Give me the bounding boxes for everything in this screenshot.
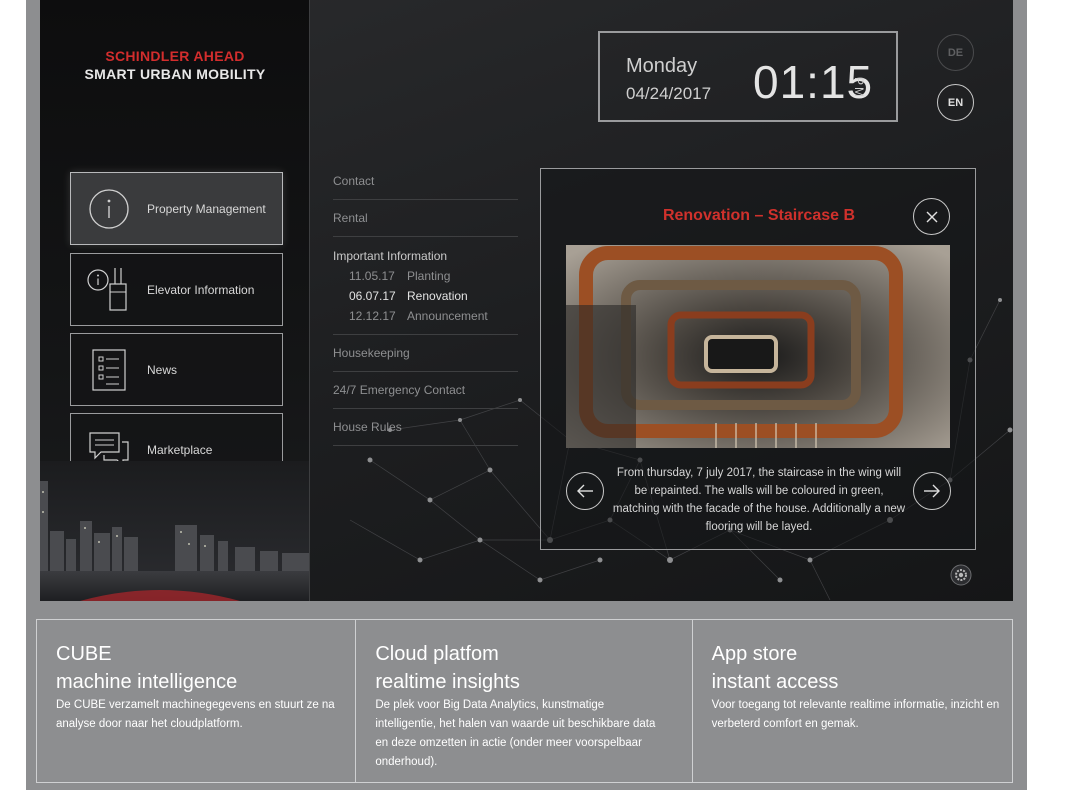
detail-title: Renovation – Staircase B [662, 207, 856, 224]
sidebar: SCHINDLER AHEAD SMART URBAN MOBILITY Pro… [40, 0, 310, 601]
clock-day: Monday [626, 55, 698, 77]
menu-emergency-contact[interactable]: 24/7 Emergency Contact [333, 372, 518, 409]
detail-panel: Renovation – Staircase B From thursday, … [540, 168, 976, 550]
nav-label: Property Management [147, 201, 266, 216]
close-button[interactable] [913, 198, 950, 235]
news-list-icon [71, 348, 147, 392]
nav-news[interactable]: News [70, 333, 283, 406]
property-menu: Contact Rental Important Information 11.… [333, 168, 518, 446]
info-column-appstore: App store instant access Voor toegang to… [693, 620, 1012, 782]
info-item-planting[interactable]: 11.05.17 Planting [333, 266, 450, 286]
info-column-cube: CUBE machine intelligence De CUBE verzam… [37, 620, 357, 782]
nav-property-management[interactable]: Property Management [70, 172, 283, 245]
staircase-photo [566, 245, 950, 448]
info-section: CUBE machine intelligence De CUBE verzam… [36, 619, 1013, 783]
info-description: De plek voor Big Data Analytics, kunstma… [375, 699, 656, 768]
nav-label: News [147, 362, 178, 377]
settings-button[interactable] [950, 564, 972, 591]
info-subtitle: realtime insights [375, 671, 520, 693]
menu-group-title: Important Information [333, 249, 448, 263]
info-item-announcement[interactable]: 12.12.17 Announcement [333, 306, 488, 326]
detail-description: From thursday, 7 july 2017, the staircas… [612, 467, 906, 533]
menu-housekeeping[interactable]: Housekeeping [333, 335, 518, 372]
gear-icon [950, 564, 972, 586]
clock-ampm: PM [852, 77, 866, 99]
info-subtitle: instant access [711, 671, 839, 693]
close-icon [926, 211, 937, 222]
menu-important-information[interactable]: Important Information 11.05.17 Planting 0… [333, 237, 518, 335]
brand-subtitle: SMART URBAN MOBILITY [84, 66, 266, 82]
next-button[interactable] [913, 472, 951, 510]
menu-rental[interactable]: Rental [333, 200, 518, 237]
menu-house-rules[interactable]: House Rules [333, 409, 518, 446]
menu-contact[interactable]: Contact [333, 163, 518, 200]
info-description: Voor toegang tot relevante realtime info… [711, 699, 1000, 730]
info-column-cloud: Cloud platfom realtime insights De plek … [356, 620, 693, 782]
clock-date: 04/24/2017 [626, 84, 712, 103]
language-en-button[interactable]: EN [937, 84, 974, 121]
city-skyline-image [40, 461, 309, 601]
arrow-right-icon [924, 484, 940, 498]
clock-widget: Monday 04/24/2017 01:15 PM [598, 31, 898, 122]
info-title: App store [711, 643, 798, 665]
previous-button[interactable] [566, 472, 604, 510]
language-de-button[interactable]: DE [937, 34, 974, 71]
nav-label: Elevator Information [147, 282, 255, 297]
brand-title: SCHINDLER AHEAD [105, 48, 245, 64]
info-title: Cloud platfom [375, 643, 499, 665]
info-subtitle: machine intelligence [56, 671, 238, 693]
elevator-info-icon [71, 266, 147, 314]
kiosk-screen: SCHINDLER AHEAD SMART URBAN MOBILITY Pro… [40, 0, 1013, 601]
info-item-renovation[interactable]: 06.07.17 Renovation [333, 286, 468, 306]
info-title: CUBE [56, 643, 112, 665]
arrow-left-icon [577, 484, 593, 498]
nav-label: Marketplace [147, 442, 213, 457]
info-circle-icon [71, 188, 147, 230]
info-description: De CUBE verzamelt machinegegevens en stu… [56, 699, 335, 730]
nav-elevator-information[interactable]: Elevator Information [70, 253, 283, 326]
